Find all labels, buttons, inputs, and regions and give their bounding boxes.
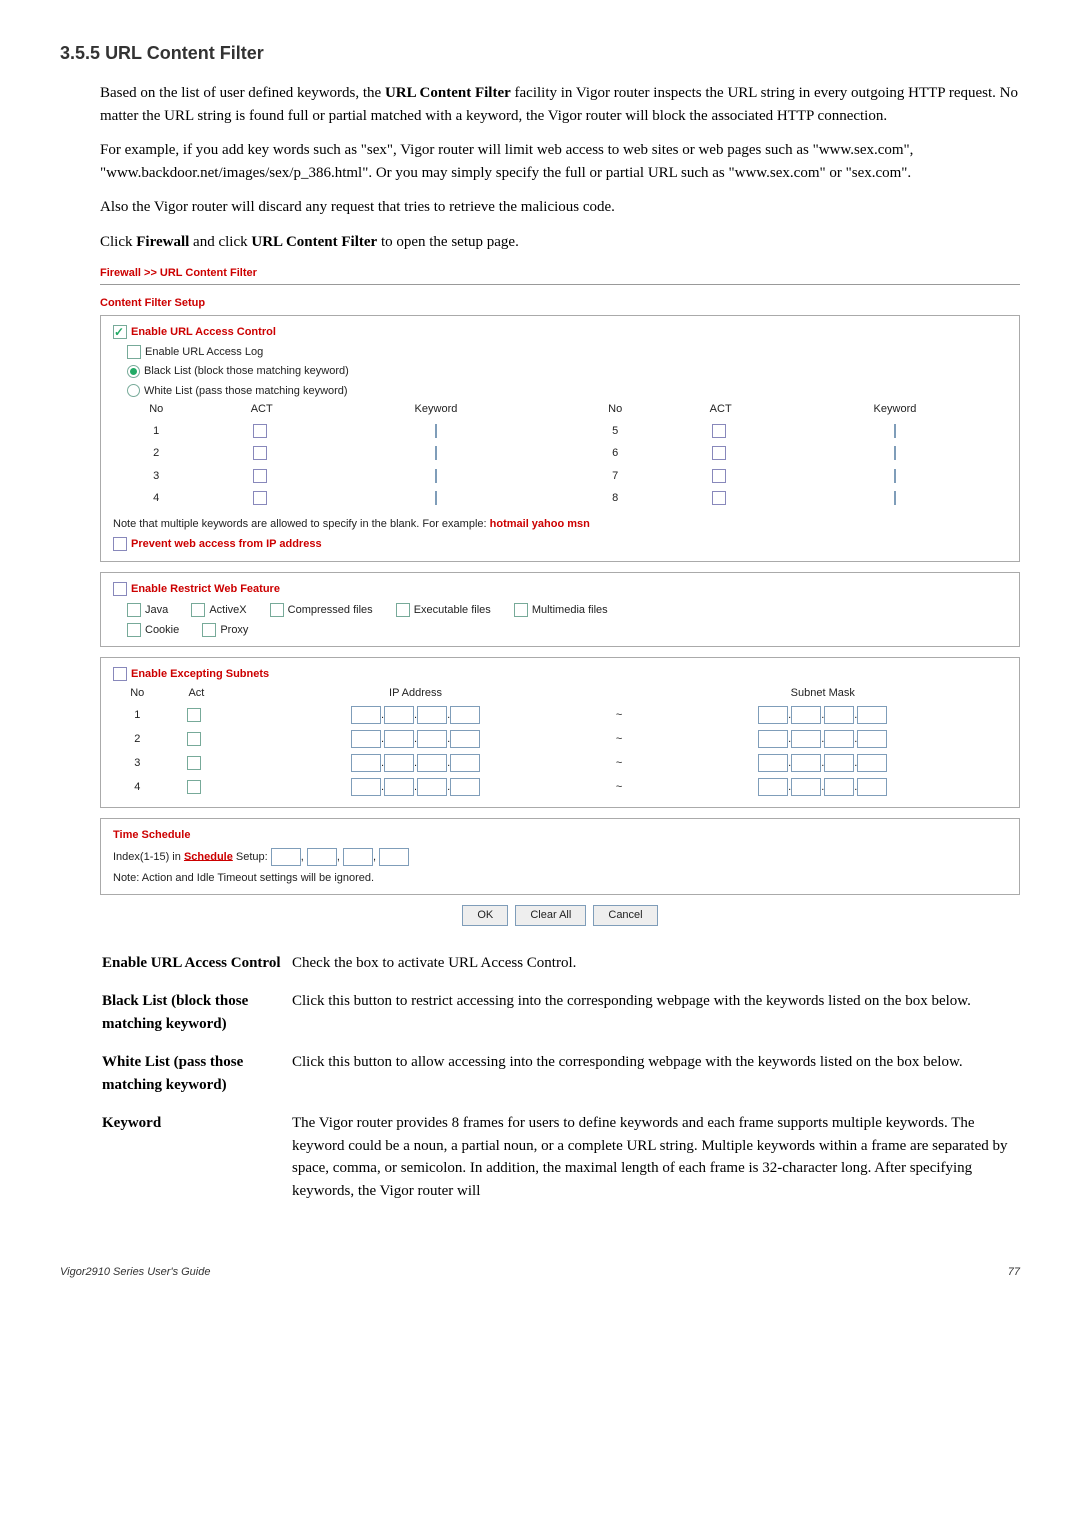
def-desc: The Vigor router provides 8 frames for u… <box>292 1108 1018 1212</box>
def-term: Enable URL Access Control <box>102 948 290 985</box>
enable-except-checkbox[interactable] <box>113 667 127 681</box>
kw-act-1[interactable] <box>253 424 267 438</box>
definitions-table: Enable URL Access ControlCheck the box t… <box>100 946 1020 1215</box>
footer-left: Vigor2910 Series User's Guide <box>60 1264 210 1281</box>
def-term: White List (pass those matching keyword) <box>102 1047 290 1106</box>
enable-log-checkbox[interactable] <box>127 345 141 359</box>
sub-act-1[interactable] <box>187 708 201 722</box>
activex-checkbox[interactable] <box>191 603 205 617</box>
sub-act-4[interactable] <box>187 780 201 794</box>
kw-input-6[interactable] <box>894 446 896 460</box>
sub-act-3[interactable] <box>187 756 201 770</box>
paragraph-3: Also the Vigor router will discard any r… <box>100 196 1020 219</box>
cancel-button[interactable]: Cancel <box>593 905 657 926</box>
time-schedule-title: Time Schedule <box>113 827 1007 844</box>
kw-act-8[interactable] <box>712 491 726 505</box>
kw-input-7[interactable] <box>894 469 896 483</box>
ip-1a[interactable] <box>351 706 381 724</box>
java-checkbox[interactable] <box>127 603 141 617</box>
kw-act-7[interactable] <box>712 469 726 483</box>
def-desc: Check the box to activate URL Access Con… <box>292 948 1018 985</box>
kw-act-6[interactable] <box>712 446 726 460</box>
kw-input-1[interactable] <box>435 424 437 438</box>
kw-input-3[interactable] <box>435 469 437 483</box>
schedule-row: Index(1-15) in Schedule Setup: , , , <box>113 848 1007 866</box>
keyword-table: NoACTKeywordNoACTKeyword 15 26 37 48 <box>113 399 1007 510</box>
executable-checkbox[interactable] <box>396 603 410 617</box>
paragraph-1: Based on the list of user defined keywor… <box>100 82 1020 127</box>
screenshot-panel: Firewall >> URL Content Filter Content F… <box>100 265 1020 926</box>
compressed-checkbox[interactable] <box>270 603 284 617</box>
subnet-table: NoActIP AddressSubnet Mask 1...~... 2...… <box>113 683 1007 800</box>
enable-restrict-checkbox[interactable] <box>113 582 127 596</box>
clear-all-button[interactable]: Clear All <box>515 905 586 926</box>
paragraph-4: Click Firewall and click URL Content Fil… <box>100 231 1020 254</box>
page-footer: Vigor2910 Series User's Guide 77 <box>60 1264 1020 1281</box>
schedule-link[interactable]: Schedule <box>184 850 233 862</box>
kw-act-5[interactable] <box>712 424 726 438</box>
kw-act-2[interactable] <box>253 446 267 460</box>
kw-input-8[interactable] <box>894 491 896 505</box>
schedule-note: Note: Action and Idle Timeout settings w… <box>113 870 1007 887</box>
kw-act-3[interactable] <box>253 469 267 483</box>
ok-button[interactable]: OK <box>462 905 508 926</box>
kw-input-5[interactable] <box>894 424 896 438</box>
multimedia-checkbox[interactable] <box>514 603 528 617</box>
content-filter-title: Content Filter Setup <box>100 295 1020 312</box>
kw-note: Note that multiple keywords are allowed … <box>113 516 1007 533</box>
kw-input-4[interactable] <box>435 491 437 505</box>
enable-uac-checkbox[interactable] <box>113 325 127 339</box>
footer-page: 77 <box>1008 1264 1020 1281</box>
kw-act-4[interactable] <box>253 491 267 505</box>
paragraph-2: For example, if you add key words such a… <box>100 139 1020 184</box>
enable-uac-label: Enable URL Access Control <box>131 326 276 338</box>
section-heading: 3.5.5 URL Content Filter <box>60 40 1020 67</box>
def-desc: Click this button to allow accessing int… <box>292 1047 1018 1106</box>
cookie-checkbox[interactable] <box>127 623 141 637</box>
prevent-ip-checkbox[interactable] <box>113 537 127 551</box>
sub-act-2[interactable] <box>187 732 201 746</box>
kw-input-2[interactable] <box>435 446 437 460</box>
def-desc: Click this button to restrict accessing … <box>292 986 1018 1045</box>
def-term: Black List (block those matching keyword… <box>102 986 290 1045</box>
white-list-radio[interactable] <box>127 384 140 397</box>
def-term: Keyword <box>102 1108 290 1212</box>
black-list-radio[interactable] <box>127 365 140 378</box>
proxy-checkbox[interactable] <box>202 623 216 637</box>
breadcrumb: Firewall >> URL Content Filter <box>100 265 1020 282</box>
